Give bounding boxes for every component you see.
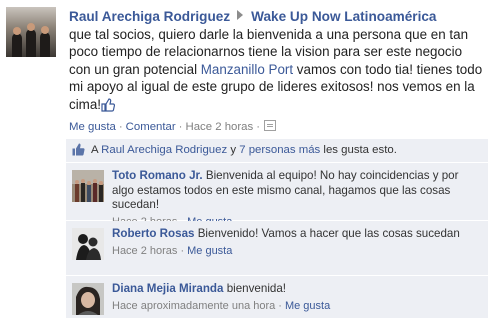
comment-body: Diana Mejia Miranda bienvenida! Hace apr… <box>112 282 478 313</box>
post-text: que tal socios, quiero darle la bienveni… <box>69 26 487 116</box>
thumbs-up-icon <box>72 142 85 165</box>
comment-text: bienvenida! <box>226 282 287 295</box>
comment-like-button[interactable]: Me gusta <box>187 245 232 257</box>
post-actions: Me gusta · Comentar · Hace 2 horas · <box>69 120 277 133</box>
group-link[interactable]: Wake Up Now Latinoamérica <box>251 9 436 24</box>
comment-item: Toto Romano Jr. Bienvenida al equipo! No… <box>66 163 488 228</box>
comment-author[interactable]: Roberto Rosas <box>112 227 194 240</box>
comment-timestamp[interactable]: Hace aproximadamente una hora <box>112 300 275 312</box>
comment-avatar[interactable] <box>72 228 104 260</box>
mention-link[interactable]: Manzanillo Port <box>201 62 293 77</box>
comment-timestamp[interactable]: Hace 2 horas <box>112 245 177 257</box>
comment-author[interactable]: Diana Mejia Miranda <box>112 282 223 295</box>
comment-like-button[interactable]: Me gusta <box>285 300 330 312</box>
comment-text: Bienvenido! Vamos a hacer que las cosas … <box>197 227 460 240</box>
comment-item: Roberto Rosas Bienvenido! Vamos a hacer … <box>66 221 488 275</box>
comment-meta: Hace 2 horas·Me gusta <box>112 244 233 257</box>
comment-box-icon <box>264 120 277 131</box>
comment-button[interactable]: Comentar <box>126 121 176 133</box>
comment-body: Roberto Rosas Bienvenido! Vamos a hacer … <box>112 227 478 258</box>
likes-summary: A Raul Arechiga Rodriguez y 7 personas m… <box>66 139 488 162</box>
more-likers-link[interactable]: 7 personas más <box>239 144 320 156</box>
comment-author[interactable]: Toto Romano Jr. <box>112 169 203 182</box>
thumbs-up-icon <box>101 98 116 116</box>
post-timestamp[interactable]: Hace 2 horas <box>185 121 253 133</box>
post-author-link[interactable]: Raul Arechiga Rodriguez <box>69 9 230 24</box>
post-header: Raul Arechiga Rodriguez Wake Up Now Latin… <box>69 9 436 24</box>
arrow-right-icon <box>237 10 244 20</box>
liker-link[interactable]: Raul Arechiga Rodriguez <box>101 144 227 156</box>
comment-avatar[interactable] <box>72 283 104 315</box>
comment-avatar[interactable] <box>72 170 104 202</box>
comment-item: Diana Mejia Miranda bienvenida! Hace apr… <box>66 276 488 318</box>
comment-meta: Hace aproximadamente una hora · Me gusta <box>112 299 331 312</box>
post-author-avatar[interactable] <box>6 7 56 57</box>
like-button[interactable]: Me gusta <box>69 121 116 133</box>
feedback-section: A Raul Arechiga Rodriguez y 7 personas m… <box>66 139 488 318</box>
